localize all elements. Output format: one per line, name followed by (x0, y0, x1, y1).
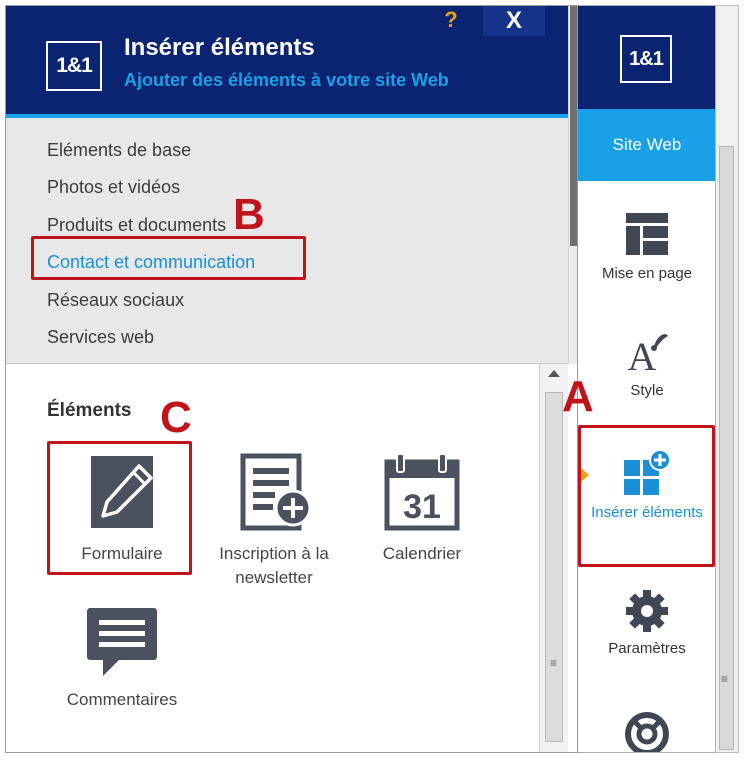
newsletter-add-icon (240, 453, 312, 531)
sidebar-item-settings[interactable]: Paramètres (578, 588, 715, 659)
scrollbar-thumb[interactable] (570, 6, 577, 246)
sidebar-site-web-button[interactable]: Site Web (578, 109, 715, 181)
annotation-label-b: B (233, 190, 265, 239)
brand-logo: 1&1 (46, 41, 102, 91)
element-newsletter[interactable]: Inscription à la newsletter (204, 452, 344, 590)
highlight-box-contact (31, 236, 306, 280)
layout-icon (626, 213, 668, 255)
category-web-services[interactable]: Services web (47, 327, 154, 348)
svg-text:A: A (628, 334, 657, 374)
editor-sidebar: 1&1 Site Web Mise en page A Style Insére… (578, 5, 716, 753)
gear-icon (626, 590, 668, 632)
elements-scrollbar[interactable]: ≡ (539, 364, 568, 752)
help-button[interactable]: ? (439, 7, 463, 32)
element-calendar[interactable]: 31 Calendrier (356, 452, 488, 566)
scrollbar-thumb[interactable] (719, 146, 734, 750)
style-icon: A (628, 334, 668, 374)
element-label: Calendrier (382, 544, 462, 563)
panel-title: Insérer éléments (124, 34, 315, 61)
comment-icon (87, 608, 157, 676)
sidebar-item-layout[interactable]: Mise en page (578, 211, 715, 284)
sidebar-item-style[interactable]: A Style (578, 328, 715, 401)
annotation-label-c: C (160, 393, 192, 442)
scrollbar-grip-icon: ≡ (721, 672, 729, 686)
category-products-documents[interactable]: Produits et documents (47, 215, 226, 236)
element-label: Inscription à la newsletter (219, 544, 329, 587)
sidebar-item-help[interactable] (578, 711, 715, 752)
highlight-box-form (47, 441, 192, 575)
sidebar-item-label: Paramètres (608, 640, 686, 657)
calendar-icon: 31 (384, 453, 460, 531)
panel-subtitle: Ajouter des éléments à votre site Web (124, 70, 449, 90)
element-comments[interactable]: Commentaires (52, 604, 192, 712)
scrollbar-thumb[interactable] (545, 392, 563, 742)
help-lifebuoy-icon (625, 712, 669, 752)
category-photos-videos[interactable]: Photos et vidéos (47, 177, 180, 198)
annotation-label-a: A (562, 372, 594, 421)
sidebar-item-label: Mise en page (601, 265, 693, 282)
sidebar-header: 1&1 (578, 6, 715, 109)
sidebar-item-label: Style (630, 382, 664, 399)
elements-heading: Éléments (47, 400, 132, 421)
close-button[interactable]: X (483, 6, 545, 36)
scroll-up-arrow-icon[interactable] (548, 370, 560, 377)
highlight-box-insert-elements (578, 425, 715, 567)
category-social-networks[interactable]: Réseaux sociaux (47, 290, 184, 311)
sidebar-brand-logo: 1&1 (620, 35, 672, 83)
sidebar-scrollbar[interactable]: ≡ (716, 5, 739, 753)
category-basic-elements[interactable]: Eléments de base (47, 140, 191, 161)
panel-header: 1&1 Insérer éléments Ajouter des élément… (6, 6, 568, 114)
calendar-day: 31 (403, 488, 441, 526)
element-label: Commentaires (66, 690, 178, 709)
insert-elements-panel: 1&1 Insérer éléments Ajouter des élément… (5, 5, 578, 753)
scrollbar-grip-icon: ≡ (550, 656, 558, 670)
category-scrollbar[interactable] (568, 6, 577, 364)
